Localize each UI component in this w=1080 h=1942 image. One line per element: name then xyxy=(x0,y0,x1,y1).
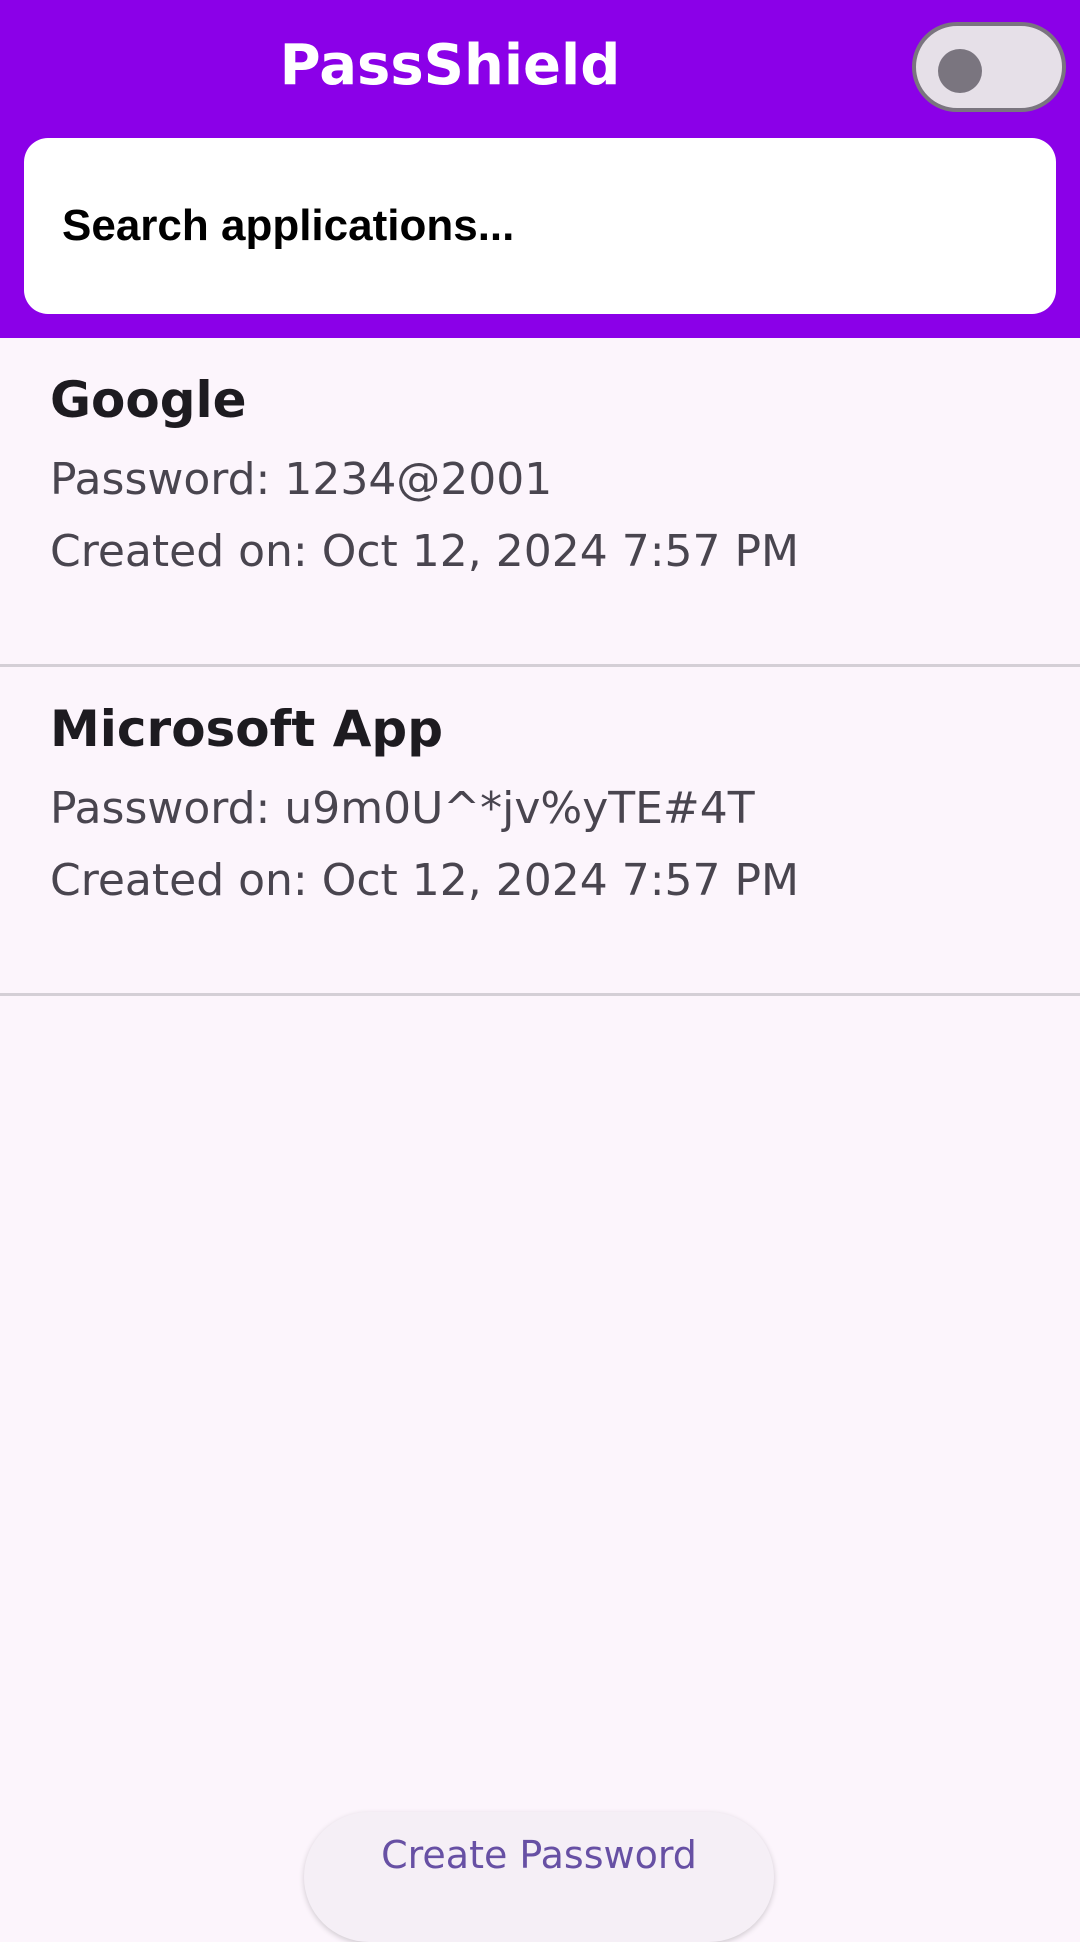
create-password-button[interactable]: Create Password xyxy=(304,1812,774,1942)
entry-password: Password: 1234@2001 xyxy=(50,454,553,505)
search-input[interactable] xyxy=(62,201,1018,251)
entry-name: Google xyxy=(50,371,247,429)
toggle-knob xyxy=(938,49,982,93)
entry-name: Microsoft App xyxy=(50,700,443,758)
entry-created-date: Created on: Oct 12, 2024 7:57 PM xyxy=(50,526,800,577)
theme-toggle[interactable] xyxy=(912,22,1066,112)
entry-created-date: Created on: Oct 12, 2024 7:57 PM xyxy=(50,855,800,906)
list-item[interactable]: Microsoft App Password: u9m0U^*jv%yTE#4T… xyxy=(0,667,1080,996)
password-list: Google Password: 1234@2001 Created on: O… xyxy=(0,338,1080,996)
app-bar: PassShield xyxy=(0,0,1080,338)
app-title: PassShield xyxy=(279,33,621,98)
entry-password: Password: u9m0U^*jv%yTE#4T xyxy=(50,783,755,834)
list-item[interactable]: Google Password: 1234@2001 Created on: O… xyxy=(0,338,1080,667)
search-box[interactable] xyxy=(24,138,1056,314)
